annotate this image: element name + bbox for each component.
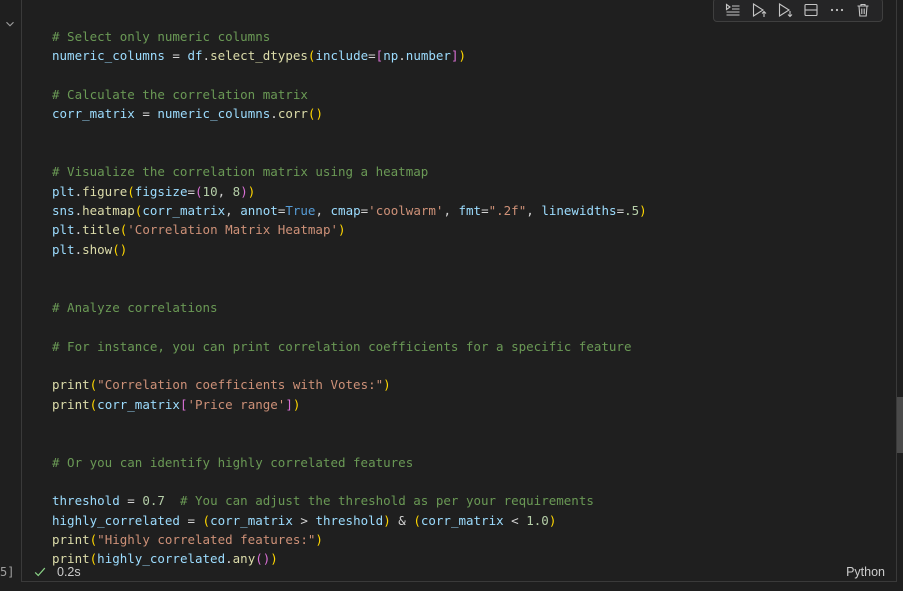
cell-toolbar [713, 0, 883, 22]
code-line: plt.figure(figsize=(10, 8)) [52, 183, 256, 199]
code-line: plt.title('Correlation Matrix Heatmap') [52, 222, 346, 238]
execution-duration: 0.2s [57, 565, 81, 579]
code-line: # Or you can identify highly correlated … [52, 454, 414, 470]
execute-above-icon[interactable] [750, 1, 768, 19]
code-line: plt.show() [52, 241, 128, 257]
code-line: corr_matrix = numeric_columns.corr() [52, 106, 323, 122]
code-line: print("Highly correlated features:") [52, 531, 323, 547]
code-line: numeric_columns = df.select_dtypes(inclu… [52, 48, 467, 64]
run-by-line-icon[interactable] [724, 1, 742, 19]
code-line: print(highly_correlated.any()) [52, 551, 278, 567]
code-line: threshold = 0.7 # You can adjust the thr… [52, 493, 594, 509]
code-line: # For instance, you can print correlatio… [52, 338, 632, 354]
execute-below-icon[interactable] [776, 1, 794, 19]
code-line: # Visualize the correlation matrix using… [52, 164, 429, 180]
split-cell-icon[interactable] [802, 1, 820, 19]
delete-icon[interactable] [854, 1, 872, 19]
code-line: print(corr_matrix['Price range']) [52, 396, 301, 412]
cell-gutter: 5] [0, 0, 21, 591]
code-line: highly_correlated = (corr_matrix > thres… [52, 512, 557, 528]
cell-status: 0.2s [33, 563, 81, 581]
more-icon[interactable] [828, 1, 846, 19]
vertical-scrollbar[interactable] [897, 397, 903, 453]
notebook-view: 5] # Select only numeric columnsnumeric [0, 0, 903, 591]
code-line: # Analyze correlations [52, 299, 218, 315]
cell-language[interactable]: Python [846, 565, 885, 579]
code-editor[interactable]: # Select only numeric columns numeric_col… [52, 27, 647, 569]
execution-count: 5] [0, 565, 15, 579]
code-line: print("Correlation coefficients with Vot… [52, 377, 391, 393]
chevron-down-icon[interactable] [3, 16, 17, 30]
code-line: sns.heatmap(corr_matrix, annot=True, cma… [52, 203, 647, 219]
check-icon [33, 565, 47, 579]
code-line: # Select only numeric columns [52, 29, 271, 44]
code-line: # Calculate the correlation matrix [52, 87, 308, 103]
